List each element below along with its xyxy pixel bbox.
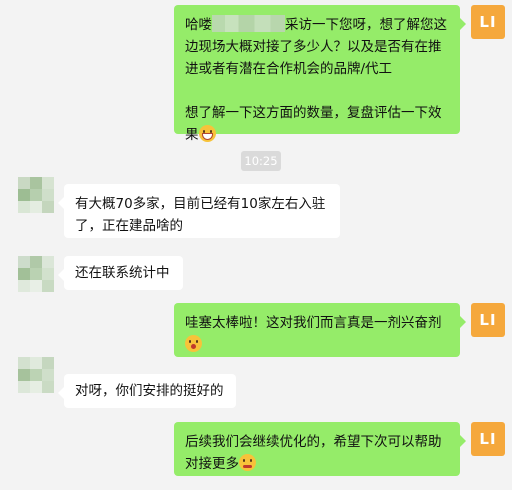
outgoing-message-bubble[interactable]: 哇塞太棒啦！这对我们而言真是一剂兴奋剂: [174, 303, 466, 357]
surprised-face-icon: [185, 335, 202, 352]
redacted-name-block: [212, 15, 285, 32]
my-avatar[interactable]: LI: [471, 422, 505, 456]
message-text: 后续我们会继续优化的，希望下次可以帮助对接更多: [185, 434, 442, 472]
contact-avatar[interactable]: [18, 357, 54, 393]
avatar-label: LI: [479, 430, 497, 448]
message-text: 有大概70多家，目前已经有10家左右入驻了，正在建品啥的: [75, 196, 326, 234]
avatar-label: LI: [479, 13, 497, 31]
my-avatar[interactable]: LI: [471, 5, 505, 39]
incoming-message-bubble[interactable]: 有大概70多家，目前已经有10家左右入驻了，正在建品啥的: [58, 184, 340, 238]
incoming-message-bubble[interactable]: 还在联系统计中: [58, 256, 183, 290]
message-text: 哇塞太棒啦！这对我们而言真是一剂兴奋剂: [185, 312, 449, 356]
grinning-face-icon: [198, 125, 216, 142]
avatar-label: LI: [479, 311, 497, 329]
chat-window: { "chat": { "timestamp": "10:25", "me_av…: [0, 0, 512, 490]
my-avatar[interactable]: LI: [471, 303, 505, 337]
contact-avatar[interactable]: [18, 256, 54, 292]
message-text: 哈喽 采访一下您呀，想了解您这边现场大概对接了多少人？以及是否有在推进或者有潜在合…: [185, 15, 447, 77]
contact-avatar[interactable]: [18, 177, 54, 213]
outgoing-message-bubble[interactable]: 哈喽 采访一下您呀，想了解您这边现场大概对接了多少人？以及是否有在推进或者有潜在合…: [174, 5, 466, 143]
message-text: 还在联系统计中: [75, 265, 170, 281]
hand-over-mouth-face-icon: [239, 454, 256, 471]
incoming-message-bubble[interactable]: 对呀，你们安排的挺好的: [58, 374, 236, 408]
outgoing-message-bubble[interactable]: 后续我们会继续优化的，希望下次可以帮助对接更多: [174, 422, 466, 476]
message-text: 想了解一下这方面的数量，复盘评估一下效果: [185, 105, 442, 143]
message-text: 对呀，你们安排的挺好的: [75, 383, 224, 399]
timestamp: 10:25: [241, 151, 281, 171]
